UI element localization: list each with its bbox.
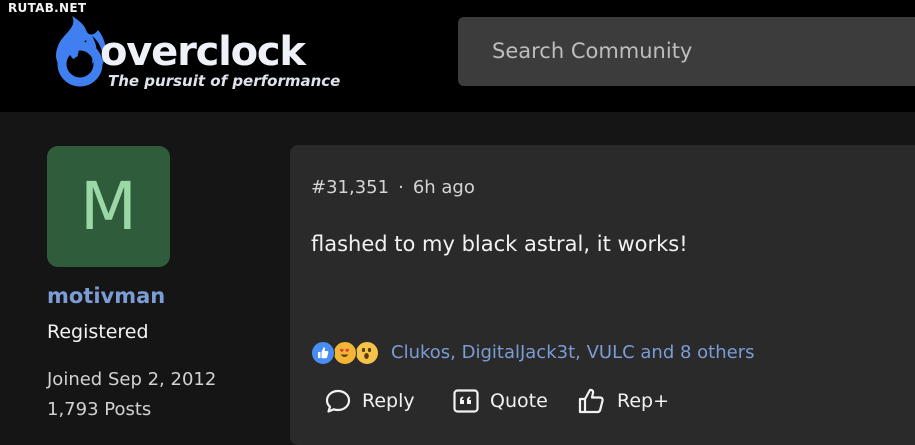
search-placeholder: Search Community: [492, 39, 693, 63]
like-icon: [311, 341, 335, 365]
post-actions: Reply Quote Rep+: [324, 383, 824, 419]
love-eyes-icon: [333, 341, 357, 365]
reply-bubble-icon: [325, 389, 351, 413]
reply-label: Reply: [362, 390, 415, 412]
search-input[interactable]: Search Community: [458, 17, 915, 86]
rep-label: Rep+: [617, 390, 670, 412]
username-link[interactable]: motivman: [47, 284, 165, 308]
post-count: 1,793 Posts: [47, 399, 152, 420]
reaction-users[interactable]: Clukos, DigitalJack3t, VULC and 8 others: [391, 342, 754, 363]
quote-icon: [453, 389, 479, 413]
reply-button[interactable]: Reply: [324, 383, 415, 419]
post-time[interactable]: 6h ago: [413, 177, 475, 198]
quote-button[interactable]: Quote: [452, 383, 548, 419]
join-date: Joined Sep 2, 2012: [47, 369, 217, 390]
thumbs-up-icon: [578, 388, 604, 414]
meta-separator: ·: [398, 177, 404, 198]
site-tagline: The pursuit of performance: [108, 72, 341, 90]
user-role: Registered: [47, 321, 149, 343]
reaction-icons: [311, 339, 389, 367]
wow-icon: [355, 341, 379, 365]
post-body: flashed to my black astral, it works!: [311, 232, 688, 256]
site-logo[interactable]: overclock The pursuit of performance: [42, 12, 342, 96]
rep-button[interactable]: Rep+: [577, 383, 669, 419]
post-meta: #31,351 · 6h ago: [311, 177, 475, 198]
reactions-bar[interactable]: Clukos, DigitalJack3t, VULC and 8 others: [311, 339, 811, 367]
post-number-link[interactable]: #31,351: [311, 177, 389, 198]
site-logo-text: overclock: [100, 29, 306, 75]
avatar[interactable]: M: [47, 146, 170, 267]
post-card: #31,351 · 6h ago flashed to my black astra…: [290, 145, 915, 445]
quote-label: Quote: [490, 390, 548, 412]
site-header: RUTAB.NET overclock The pursuit of perfo…: [0, 0, 915, 112]
